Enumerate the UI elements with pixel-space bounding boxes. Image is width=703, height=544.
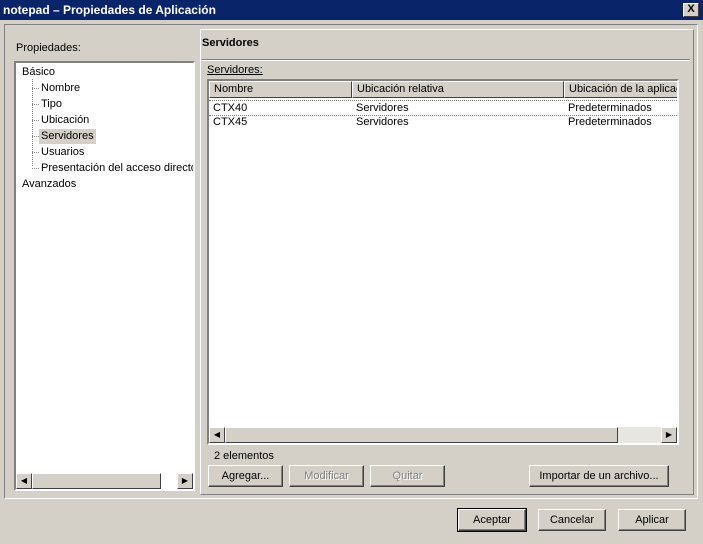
section-divider (202, 59, 690, 61)
window-title: notepad – Propiedades de Aplicación (3, 3, 216, 17)
tree-connector (32, 88, 39, 89)
scroll-left-button[interactable]: ◀ (209, 427, 225, 443)
tree-connector (32, 168, 39, 169)
item-count: 2 elementos (214, 450, 274, 462)
tree-item-presentacion[interactable]: Presentación del acceso directo (41, 161, 193, 176)
scroll-track[interactable] (618, 427, 661, 443)
servers-label: Servidores: (207, 64, 263, 76)
tree-connector (32, 136, 39, 137)
tree-item-usuarios[interactable]: Usuarios (41, 145, 84, 160)
table-row[interactable]: CTX45 Servidores Predeterminados (209, 115, 677, 129)
import-button[interactable]: Importar de un archivo... (529, 465, 669, 487)
tree-item-basico[interactable]: Básico (22, 65, 55, 80)
scroll-right-button[interactable]: ▶ (661, 427, 677, 443)
table-row[interactable]: CTX40 Servidores Predeterminados (209, 100, 677, 116)
tree-item-tipo[interactable]: Tipo (41, 97, 62, 112)
properties-label: Propiedades: (16, 42, 81, 54)
tree-item-nombre[interactable]: Nombre (41, 81, 80, 96)
remove-button[interactable]: Quitar (370, 465, 445, 487)
scroll-right-button[interactable]: ▶ (177, 473, 193, 489)
tree-connector (32, 120, 39, 121)
properties-tree[interactable]: Básico Nombre Tipo Ubicación Servidores … (14, 61, 195, 491)
servers-list[interactable]: Nombre Ubicación relativa Ubicación de l… (207, 79, 679, 445)
row-cell-relative: Servidores (356, 116, 409, 128)
close-button[interactable]: X (683, 3, 699, 17)
tree-item-avanzados[interactable]: Avanzados (22, 177, 76, 192)
scroll-left-button[interactable]: ◀ (16, 473, 32, 489)
scroll-thumb[interactable] (225, 427, 618, 443)
ok-button[interactable]: Aceptar (457, 508, 527, 532)
apply-button[interactable]: Aplicar (618, 509, 686, 531)
section-title: Servidores (202, 37, 259, 49)
scroll-thumb[interactable] (32, 473, 161, 489)
column-header-ubicacion-aplicacion[interactable]: Ubicación de la aplicación (564, 81, 677, 98)
row-cell-name: CTX40 (213, 102, 248, 114)
row-cell-name: CTX45 (213, 116, 248, 128)
close-icon: X (687, 3, 695, 15)
column-header-nombre[interactable]: Nombre (209, 81, 352, 98)
row-cell-relative: Servidores (356, 102, 409, 114)
tree-item-servidores[interactable]: Servidores (39, 129, 96, 144)
add-button[interactable]: Agregar... (208, 465, 283, 487)
column-header-ubicacion-relativa[interactable]: Ubicación relativa (352, 81, 564, 98)
window-titlebar: notepad – Propiedades de Aplicación (0, 0, 703, 20)
tree-connector (32, 104, 39, 105)
row-cell-app-location: Predeterminados (568, 116, 652, 128)
cancel-button[interactable]: Cancelar (538, 509, 606, 531)
row-cell-app-location: Predeterminados (568, 102, 652, 114)
tree-connector (32, 152, 39, 153)
modify-button[interactable]: Modificar (289, 465, 364, 487)
tree-item-ubicacion[interactable]: Ubicación (41, 113, 89, 128)
